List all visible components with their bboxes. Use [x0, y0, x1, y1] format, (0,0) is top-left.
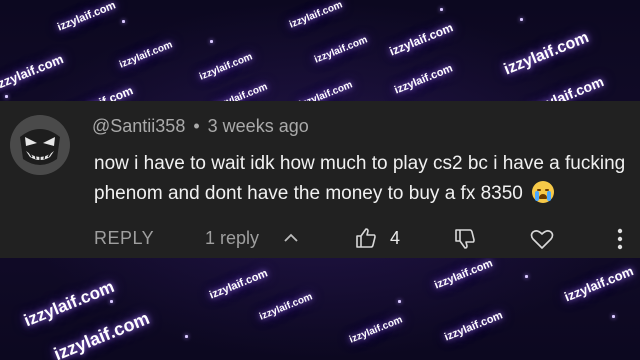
watermark-text: izzylaif.com: [387, 20, 456, 59]
watermark-text: izzylaif.com: [312, 34, 370, 66]
sparkle: [520, 18, 523, 21]
sparkle: [210, 40, 213, 43]
heart-icon[interactable]: [529, 227, 555, 256]
watermark-text: izzylaif.com: [432, 257, 495, 292]
avatar[interactable]: [10, 115, 70, 175]
watermark-text: izzylaif.com: [287, 0, 345, 31]
timestamp[interactable]: 3 weeks ago: [208, 116, 309, 136]
watermark-text: izzylaif.com: [562, 263, 636, 305]
sparkle: [185, 335, 188, 338]
sparkle: [398, 300, 401, 303]
sparkle: [5, 95, 8, 98]
reply-button[interactable]: REPLY: [94, 228, 154, 249]
watermark-text: izzylaif.com: [347, 314, 405, 346]
watermark-text: izzylaif.com: [501, 29, 592, 79]
watermark-text: izzylaif.com: [257, 291, 315, 323]
comment-header: @Santii358 • 3 weeks ago: [92, 116, 309, 137]
sparkle: [122, 20, 125, 23]
watermark-text: izzylaif.com: [55, 0, 118, 34]
separator-dot: •: [193, 116, 200, 136]
comment-card: @Santii358 • 3 weeks ago now i have to wai…: [0, 101, 640, 258]
thumbs-down-icon[interactable]: [453, 227, 477, 256]
thumbs-up-icon[interactable]: [354, 226, 378, 255]
watermark-text: izzylaif.com: [0, 51, 66, 93]
more-vertical-icon[interactable]: [612, 226, 628, 257]
watermark-text: izzylaif.com: [207, 267, 270, 302]
watermark-text: izzylaif.com: [21, 276, 117, 331]
author-name[interactable]: @Santii358: [92, 116, 185, 136]
comment-actions: REPLY 1 reply 4: [0, 223, 640, 255]
sparkle: [612, 315, 615, 318]
watermark-text: izzylaif.com: [117, 39, 175, 71]
crying-face-icon: [532, 181, 555, 203]
comment-text: now i have to wait idk how much to play …: [94, 149, 640, 209]
chevron-up-icon[interactable]: [282, 229, 300, 252]
sparkle: [525, 275, 528, 278]
watermark-text: izzylaif.com: [392, 62, 455, 97]
view-replies-button[interactable]: 1 reply: [205, 228, 259, 249]
like-count: 4: [390, 228, 401, 248]
sparkle: [110, 300, 113, 303]
watermark-text: izzylaif.com: [197, 51, 255, 83]
watermark-text: izzylaif.com: [442, 309, 505, 344]
sparkle: [440, 8, 443, 11]
